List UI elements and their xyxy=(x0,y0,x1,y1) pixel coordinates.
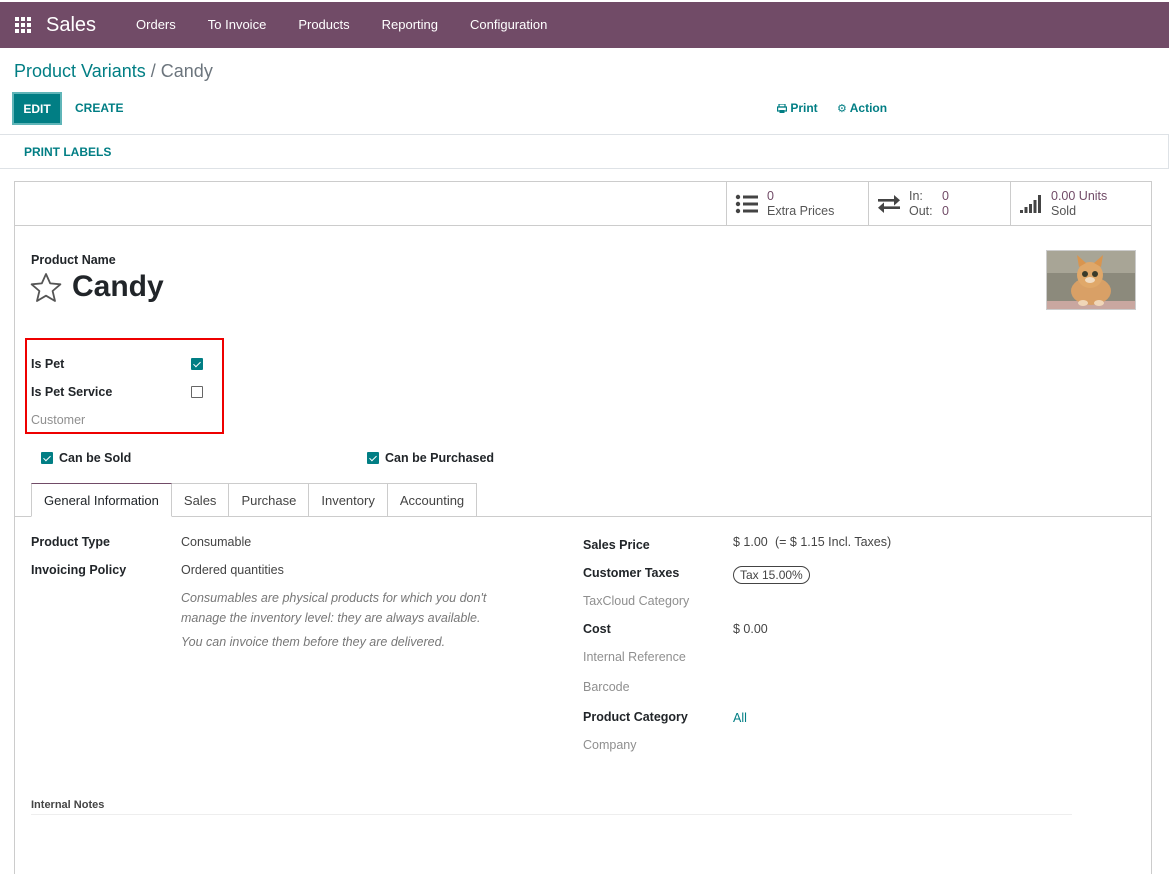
tab-inventory[interactable]: Inventory xyxy=(309,483,388,517)
tab-accounting[interactable]: Accounting xyxy=(387,483,478,517)
list-icon xyxy=(727,194,767,214)
star-icon[interactable] xyxy=(30,272,62,304)
top-navbar: Sales Orders To Invoice Products Reporti… xyxy=(0,2,1169,48)
out-label: Out: xyxy=(909,203,933,218)
menu-reporting[interactable]: Reporting xyxy=(366,2,454,48)
taxcloud-category-label: TaxCloud Category xyxy=(583,594,690,608)
help-text-line-3: You can invoice them before they are del… xyxy=(181,635,446,649)
company-label: Company xyxy=(583,738,637,752)
internal-reference-label: Internal Reference xyxy=(583,650,686,664)
can-be-purchased-label[interactable]: Can be Purchased xyxy=(385,451,494,465)
barcode-label: Barcode xyxy=(583,680,630,694)
customer-taxes-label: Customer Taxes xyxy=(583,566,680,580)
breadcrumb: Product Variants / Candy xyxy=(14,61,213,82)
notebook-tabs: General Information Sales Purchase Inven… xyxy=(31,483,478,517)
product-name[interactable]: Candy xyxy=(72,270,164,304)
tab-purchase[interactable]: Purchase xyxy=(229,483,310,517)
form-sheet: 0 Extra Prices In: 0 Out: 0 0.00 Units S… xyxy=(14,181,1152,874)
breadcrumb-separator: / xyxy=(150,61,156,81)
menu-orders[interactable]: Orders xyxy=(120,2,192,48)
print-button[interactable]: Print xyxy=(777,101,818,115)
product-type-label: Product Type xyxy=(31,535,110,549)
cost-label: Cost xyxy=(583,622,611,636)
print-label: Print xyxy=(790,101,818,115)
exchange-icon xyxy=(869,194,909,213)
is-pet-service-checkbox[interactable] xyxy=(191,386,203,398)
product-image[interactable] xyxy=(1046,250,1136,310)
cost-value[interactable]: $ 0.00 xyxy=(733,622,768,636)
signal-bars-icon xyxy=(1011,194,1051,214)
can-be-sold-label[interactable]: Can be Sold xyxy=(59,451,131,465)
app-brand[interactable]: Sales xyxy=(46,14,96,37)
sales-price-value[interactable]: $ 1.00 xyxy=(733,535,768,549)
tab-sales[interactable]: Sales xyxy=(171,483,230,517)
extra-prices-value: 0 xyxy=(767,188,774,203)
breadcrumb-current: Candy xyxy=(160,61,213,81)
printer-icon xyxy=(777,103,788,113)
kitten-photo xyxy=(1047,251,1135,309)
tab-general-information[interactable]: General Information xyxy=(31,483,172,517)
is-pet-label: Is Pet xyxy=(31,357,65,371)
internal-notes-field[interactable] xyxy=(31,814,1072,815)
tax-badge[interactable]: Tax 15.00% xyxy=(733,566,810,584)
help-text-line-1: Consumables are physical products for wh… xyxy=(181,591,487,605)
extra-prices-button[interactable]: 0 Extra Prices xyxy=(726,182,868,225)
smart-button-box: 0 Extra Prices In: 0 Out: 0 0.00 Units S… xyxy=(15,182,1151,226)
action-label: Action xyxy=(849,101,888,115)
statusbar: PRINT LABELS xyxy=(0,134,1169,169)
units-sold-value: 0.00 Units xyxy=(1051,188,1108,203)
in-value: 0 xyxy=(942,188,949,203)
invoicing-policy-value[interactable]: Ordered quantities xyxy=(181,563,284,577)
menu-to-invoice[interactable]: To Invoice xyxy=(192,2,283,48)
help-text-line-2: manage the inventory level: they are alw… xyxy=(181,611,481,625)
apps-menu-icon[interactable] xyxy=(0,2,46,48)
menu-configuration[interactable]: Configuration xyxy=(454,2,563,48)
print-labels-button[interactable]: PRINT LABELS xyxy=(24,145,111,159)
customer-label: Customer xyxy=(31,413,86,427)
breadcrumb-product-variants[interactable]: Product Variants xyxy=(14,61,146,81)
is-pet-checkbox[interactable] xyxy=(191,358,203,370)
create-button[interactable]: CREATE xyxy=(75,101,123,115)
product-type-value[interactable]: Consumable xyxy=(181,535,251,549)
sales-price-incl-taxes: (= $ 1.15 Incl. Taxes) xyxy=(775,535,892,549)
edit-button[interactable]: EDIT xyxy=(12,92,62,125)
in-out-button[interactable]: In: 0 Out: 0 xyxy=(868,182,1010,225)
extra-prices-label: Extra Prices xyxy=(767,203,835,218)
can-be-purchased-checkbox[interactable] xyxy=(367,452,379,464)
invoicing-policy-label: Invoicing Policy xyxy=(31,563,127,577)
gear-icon: ⚙ xyxy=(837,103,847,115)
menu-products[interactable]: Products xyxy=(282,2,365,48)
internal-notes-label: Internal Notes xyxy=(31,799,105,811)
can-be-sold-checkbox[interactable] xyxy=(41,452,53,464)
product-name-label: Product Name xyxy=(31,253,116,267)
out-value: 0 xyxy=(942,203,949,218)
product-category-link[interactable]: All xyxy=(733,711,747,725)
is-pet-service-label: Is Pet Service xyxy=(31,385,113,399)
sales-price-label: Sales Price xyxy=(583,538,650,552)
units-sold-button[interactable]: 0.00 Units Sold xyxy=(1010,182,1152,225)
units-sold-label: Sold xyxy=(1051,203,1077,218)
product-category-label: Product Category xyxy=(583,710,688,724)
in-label: In: xyxy=(909,188,923,203)
action-button[interactable]: ⚙ Action xyxy=(837,101,887,115)
